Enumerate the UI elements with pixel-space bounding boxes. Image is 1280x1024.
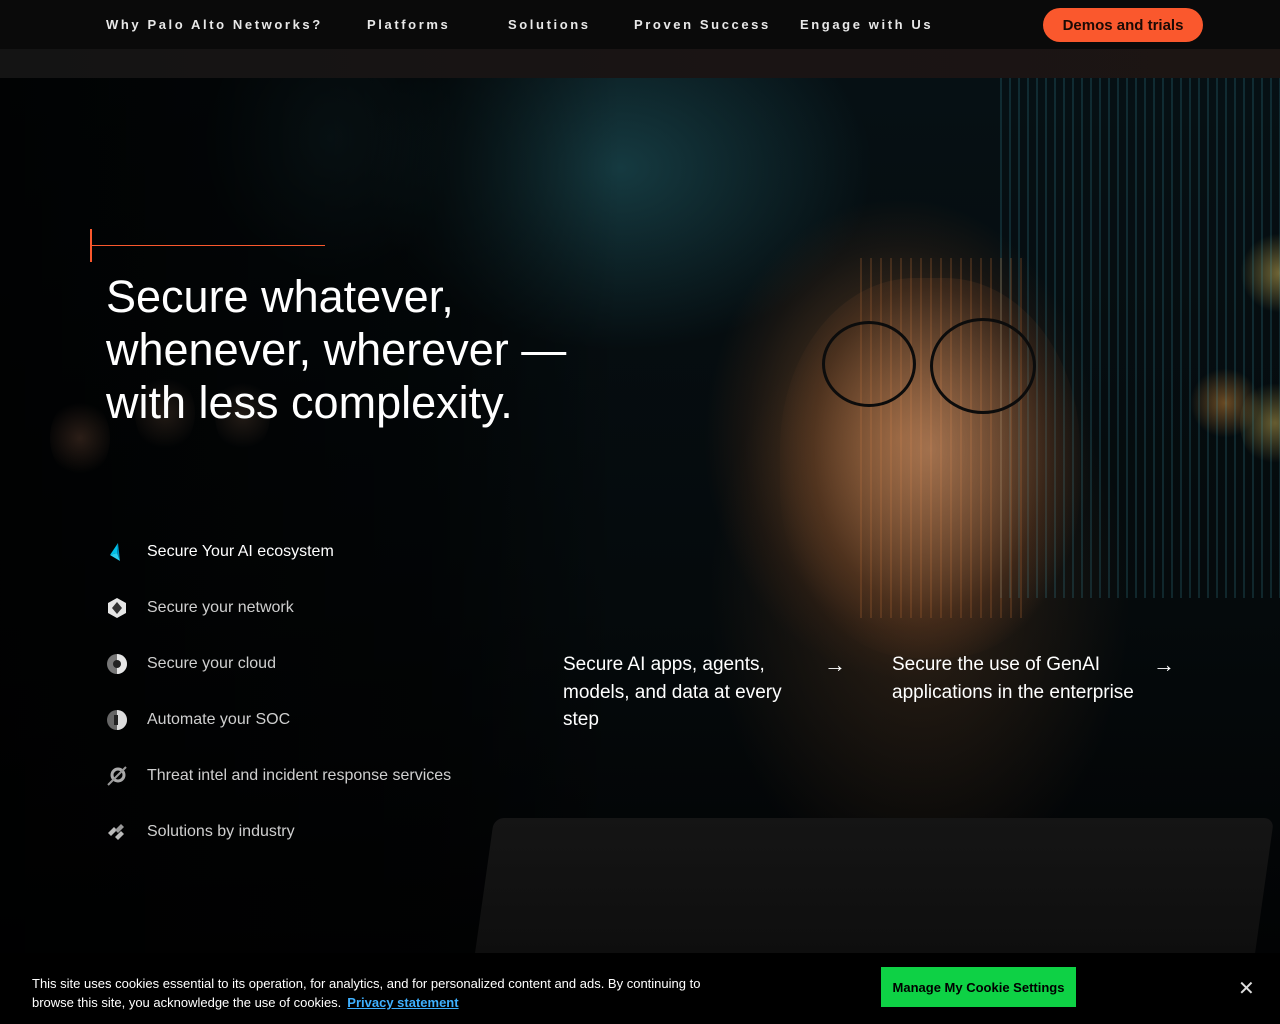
- hero-headline: Secure whatever, whenever, wherever — wi…: [106, 271, 567, 428]
- solution-cloud[interactable]: Secure your cloud: [106, 651, 276, 677]
- solution-soc[interactable]: Automate your SOC: [106, 707, 290, 733]
- solution-threat-intel[interactable]: Threat intel and incident response servi…: [106, 763, 451, 789]
- demos-and-trials-button[interactable]: Demos and trials: [1043, 8, 1203, 42]
- industry-stripes-icon: [106, 821, 128, 843]
- bokeh-light: [50, 398, 110, 478]
- hero-person-image: [780, 278, 1080, 658]
- ai-prism-icon: [106, 541, 128, 563]
- nav-solutions[interactable]: Solutions: [508, 17, 591, 32]
- glasses-icon: [822, 321, 916, 407]
- cloud-shield-icon: [106, 653, 128, 675]
- arrow-right-icon[interactable]: →: [1153, 652, 1175, 678]
- solution-label: Secure your network: [147, 599, 294, 616]
- unit42-icon: [106, 765, 128, 787]
- solution-label: Threat intel and incident response servi…: [147, 767, 452, 784]
- soc-shield-icon: [106, 709, 128, 731]
- nav-engage[interactable]: Engage with Us: [800, 17, 933, 32]
- cookie-banner-text: This site uses cookies essential to its …: [32, 974, 732, 1012]
- glasses-icon: [930, 318, 1036, 414]
- nav-proven-success[interactable]: Proven Success: [634, 17, 771, 32]
- solution-label: Secure Your AI ecosystem: [147, 543, 334, 560]
- manage-cookie-settings-button[interactable]: Manage My Cookie Settings: [881, 967, 1076, 1007]
- top-navigation: Why Palo Alto Networks? Platforms Soluti…: [0, 0, 1280, 49]
- feature-link-secure-genai[interactable]: Secure the use of GenAI applications in …: [892, 651, 1147, 706]
- nav-platforms[interactable]: Platforms: [367, 17, 450, 32]
- solution-label: Automate your SOC: [147, 711, 291, 728]
- solution-industry[interactable]: Solutions by industry: [106, 819, 295, 845]
- privacy-statement-link[interactable]: Privacy statement: [347, 995, 458, 1010]
- solution-ai-ecosystem[interactable]: Secure Your AI ecosystem: [106, 539, 334, 565]
- laptop-image: [465, 818, 1275, 953]
- arrow-right-icon[interactable]: →: [824, 652, 846, 678]
- network-shield-icon: [106, 597, 128, 619]
- feature-link-secure-ai-apps[interactable]: Secure AI apps, agents, models, and data…: [563, 651, 808, 734]
- solution-network[interactable]: Secure your network: [106, 595, 294, 621]
- accent-line: [90, 245, 325, 246]
- nav-why-palo-alto[interactable]: Why Palo Alto Networks?: [106, 17, 323, 32]
- sub-navigation-bar: [0, 49, 1280, 78]
- solution-label: Secure your cloud: [147, 655, 276, 672]
- close-icon[interactable]: ✕: [1238, 976, 1255, 1001]
- solution-label: Solutions by industry: [147, 823, 295, 840]
